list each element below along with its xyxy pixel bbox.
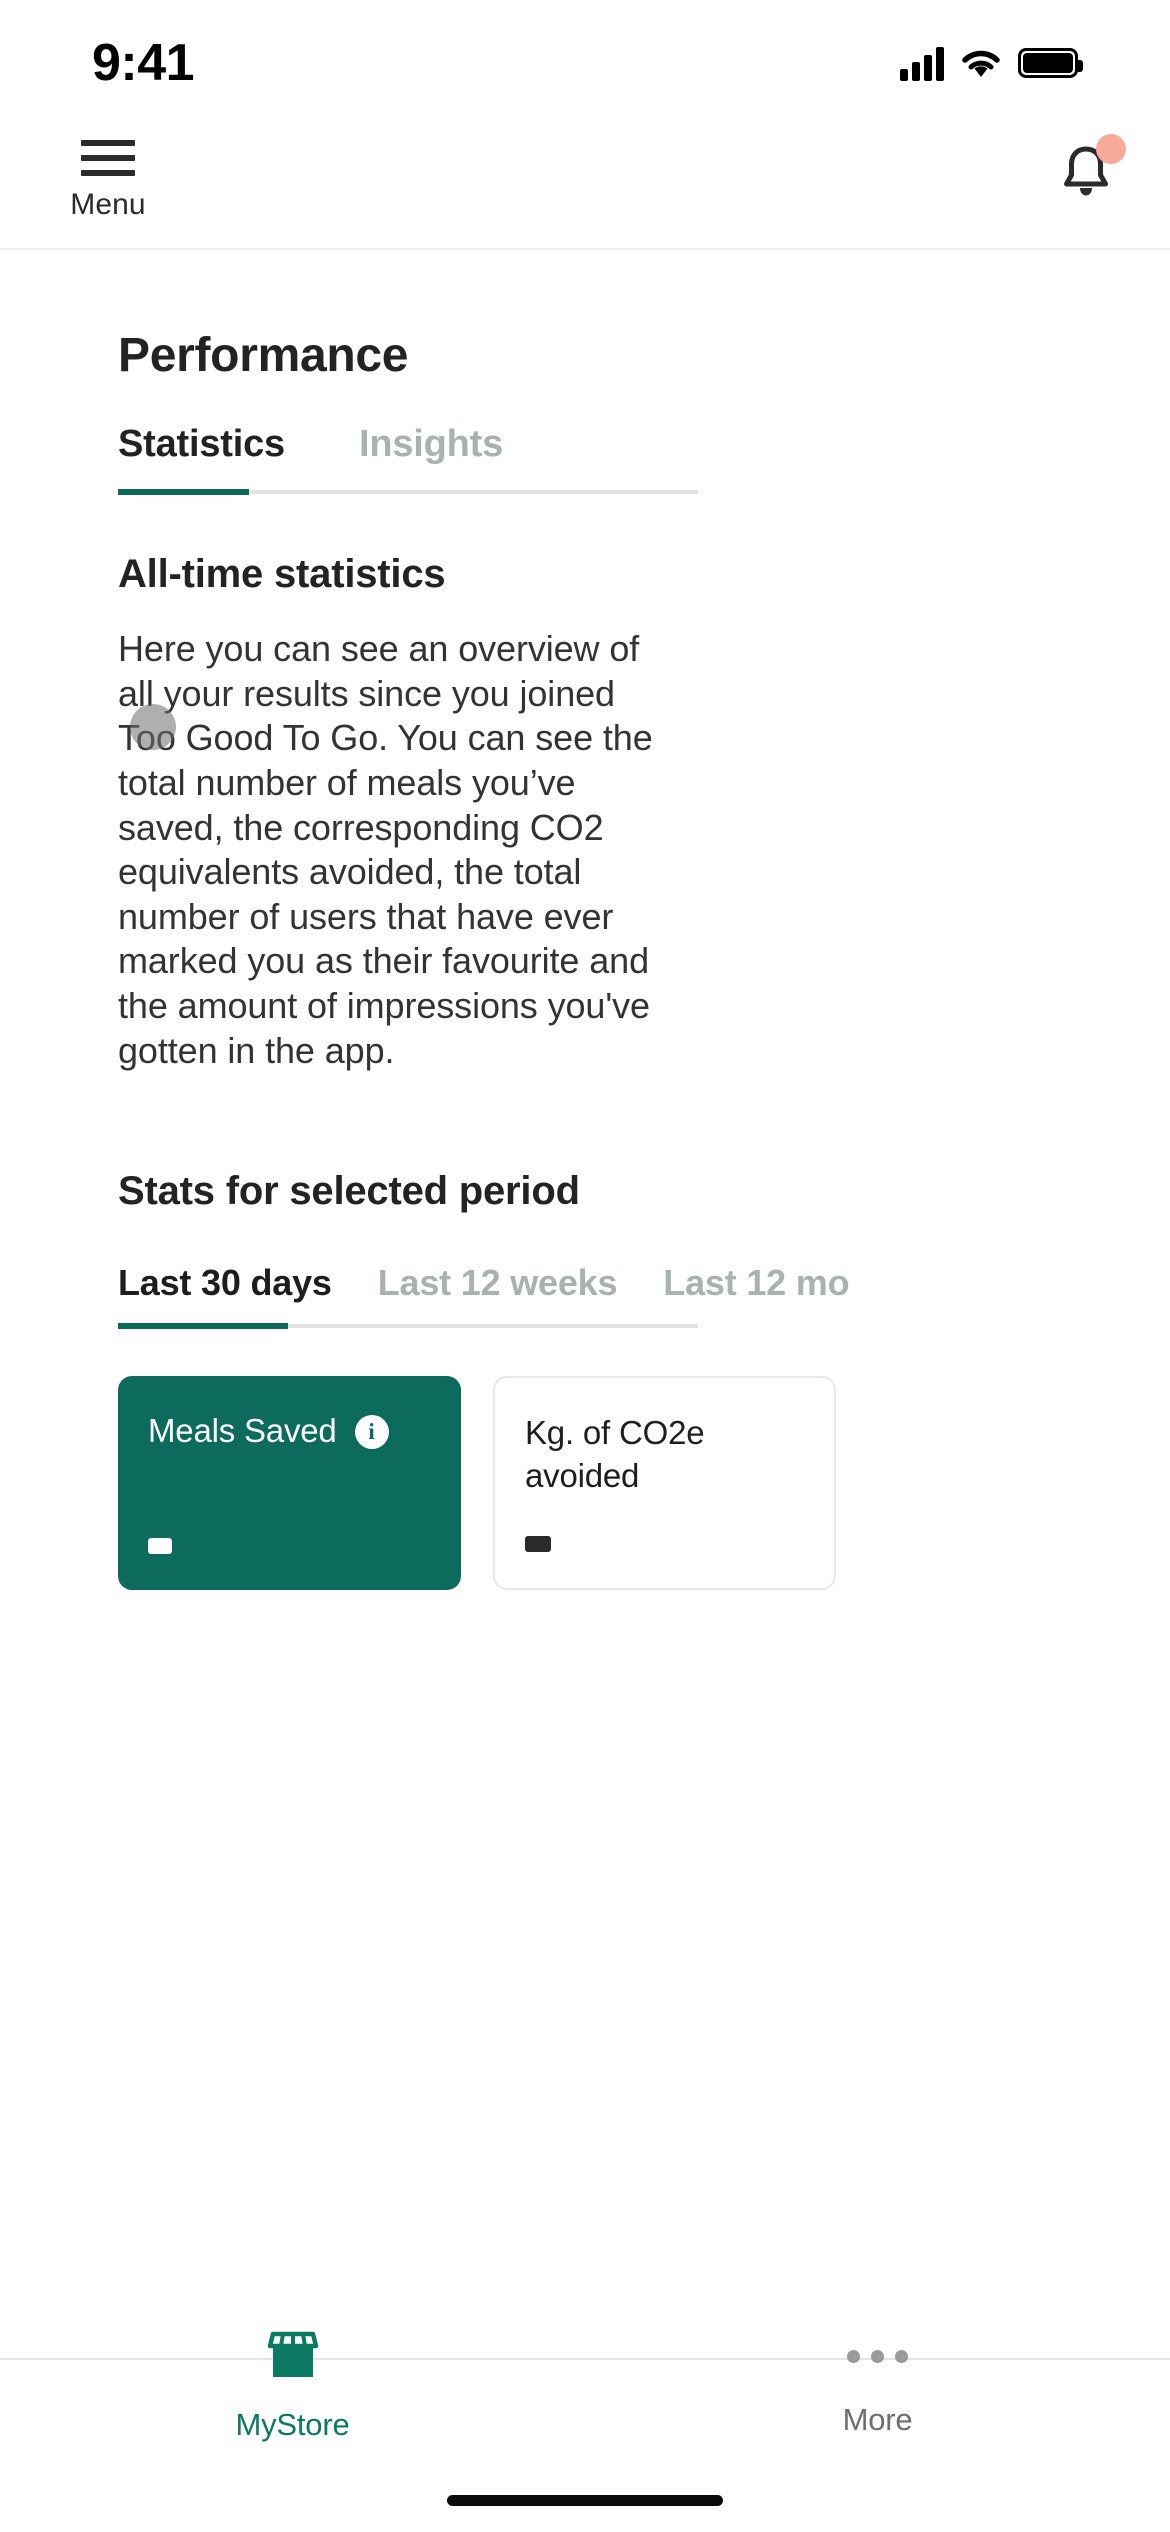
storefront-icon <box>264 2328 322 2389</box>
tab-statistics[interactable]: Statistics <box>118 423 285 492</box>
status-bar-time: 9:41 <box>92 34 195 92</box>
notifications-button[interactable] <box>1058 120 1126 200</box>
stats-period-title: Stats for selected period <box>118 1169 580 1214</box>
stat-card-co2e-avoided[interactable]: Kg. of CO2e avoided <box>493 1376 836 1591</box>
active-tab-underline <box>118 489 249 495</box>
all-time-statistics-title: All-time statistics <box>118 552 446 596</box>
status-bar: 9:41 <box>0 0 1170 120</box>
ellipsis-icon <box>847 2328 908 2384</box>
performance-tabs: Statistics Insights <box>118 423 1052 492</box>
info-icon[interactable]: i <box>354 1414 389 1449</box>
period-tab-last-30-days[interactable]: Last 30 days <box>118 1262 332 1326</box>
stat-card-value-placeholder <box>525 1536 551 1553</box>
period-tab-last-12-weeks[interactable]: Last 12 weeks <box>378 1262 618 1326</box>
performance-tabs-rail <box>118 489 698 495</box>
cellular-signal-icon <box>900 45 944 81</box>
period-tabs: Last 30 days Last 12 weeks Last 12 mo <box>118 1262 1052 1326</box>
nav-item-more[interactable]: More <box>585 2310 1170 2438</box>
stat-cards: Meals Saved i Kg. of CO2e avoided <box>118 1376 1052 1591</box>
stat-card-meals-saved[interactable]: Meals Saved i <box>118 1376 461 1591</box>
nav-label-mystore: MyStore <box>235 2407 350 2442</box>
page-title: Performance <box>118 329 409 382</box>
notification-badge <box>1096 134 1126 164</box>
wifi-icon <box>960 47 1002 79</box>
stat-card-header: Kg. of CO2e avoided <box>525 1412 804 1498</box>
app-screen: 9:41 Menu Performance Statistics Insight… <box>0 0 1170 2532</box>
menu-button[interactable]: Menu <box>48 120 168 222</box>
status-bar-icons <box>900 45 1083 81</box>
home-indicator <box>447 2495 723 2506</box>
nav-item-mystore[interactable]: MyStore <box>0 2310 585 2443</box>
stat-card-value-placeholder <box>148 1538 172 1555</box>
stat-card-header: Meals Saved i <box>148 1410 431 1453</box>
stat-card-title: Meals Saved <box>148 1412 337 1450</box>
hamburger-icon <box>81 140 135 176</box>
active-period-underline <box>118 1323 288 1330</box>
scroll-content: Performance Statistics Insights All-time… <box>0 250 1170 1591</box>
nav-label-more: More <box>842 2402 913 2437</box>
period-tab-last-12-months[interactable]: Last 12 mo <box>663 1262 849 1326</box>
period-tabs-rail <box>118 1323 698 1330</box>
all-time-statistics-description: Here you can see an overview of all your… <box>118 628 653 1071</box>
tab-insights[interactable]: Insights <box>359 423 503 492</box>
menu-label: Menu <box>70 188 146 221</box>
bottom-navigation: MyStore More <box>0 2310 1170 2470</box>
stat-card-title: Kg. of CO2e avoided <box>525 1414 705 1495</box>
app-bar: Menu <box>0 120 1170 248</box>
battery-icon <box>1018 48 1083 78</box>
